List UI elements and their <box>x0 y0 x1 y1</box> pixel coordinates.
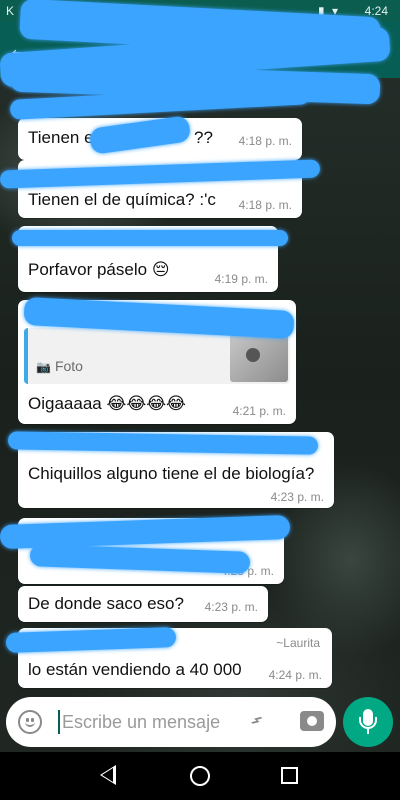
status-left-text: K <box>6 4 15 18</box>
message-time: 4:18 p. m. <box>238 134 292 148</box>
microphone-button[interactable] <box>343 697 393 747</box>
camera-icon: 📷 <box>36 360 51 374</box>
quote-label: 📷 Foto <box>36 358 83 374</box>
nav-recent-icon[interactable] <box>281 767 298 784</box>
sender-name: ~Laurita <box>276 636 320 650</box>
redaction-mark <box>12 230 288 246</box>
message-text-content: Porfavor páselo <box>28 260 148 279</box>
paperclip-icon[interactable]: ⌁ <box>243 706 271 734</box>
nav-back-icon[interactable] <box>100 765 116 785</box>
thumbnail-detail <box>246 348 260 362</box>
message-composer: ⌁ <box>6 697 336 747</box>
message-time: 4:23 p. m. <box>270 490 324 504</box>
message-text: Chiquillos alguno tiene el de biología? <box>28 464 315 483</box>
text-caret <box>58 710 60 734</box>
microphone-icon-arc <box>359 717 377 729</box>
message-bubble[interactable]: De donde saco eso? 4:23 p. m. <box>18 586 268 622</box>
message-time: 4:21 p. m. <box>232 404 286 418</box>
message-text-trailing: ?? <box>194 128 213 147</box>
system-navigation-bar <box>0 752 400 800</box>
message-text: Oigaaaaa 😂😂😂😂 <box>28 394 186 414</box>
message-input[interactable] <box>62 708 242 736</box>
message-text: Porfavor páselo 😔 <box>28 260 170 280</box>
microphone-icon-stem <box>367 729 369 734</box>
quote-label-text: Foto <box>54 358 83 374</box>
message-time: 4:23 p. m. <box>204 600 258 614</box>
message-time: 4:18 p. m. <box>238 198 292 212</box>
message-time: 4:24 p. m. <box>268 668 322 682</box>
message-text: De donde saco eso? <box>28 594 184 613</box>
pensive-face-emoji: 😔 <box>151 260 170 279</box>
laughing-tears-emoji: 😂😂😂😂 <box>106 394 186 413</box>
camera-icon[interactable] <box>300 711 324 731</box>
message-text: Tienen el de química? :'c <box>28 190 216 209</box>
message-text: lo están vendiendo a 40 000 <box>28 660 242 679</box>
nav-home-icon[interactable] <box>190 766 210 786</box>
message-text-content: Oigaaaaa <box>28 394 102 413</box>
message-time: 4:19 p. m. <box>214 272 268 286</box>
emoji-icon[interactable] <box>18 710 42 734</box>
emoji-icon-smile <box>25 722 35 727</box>
